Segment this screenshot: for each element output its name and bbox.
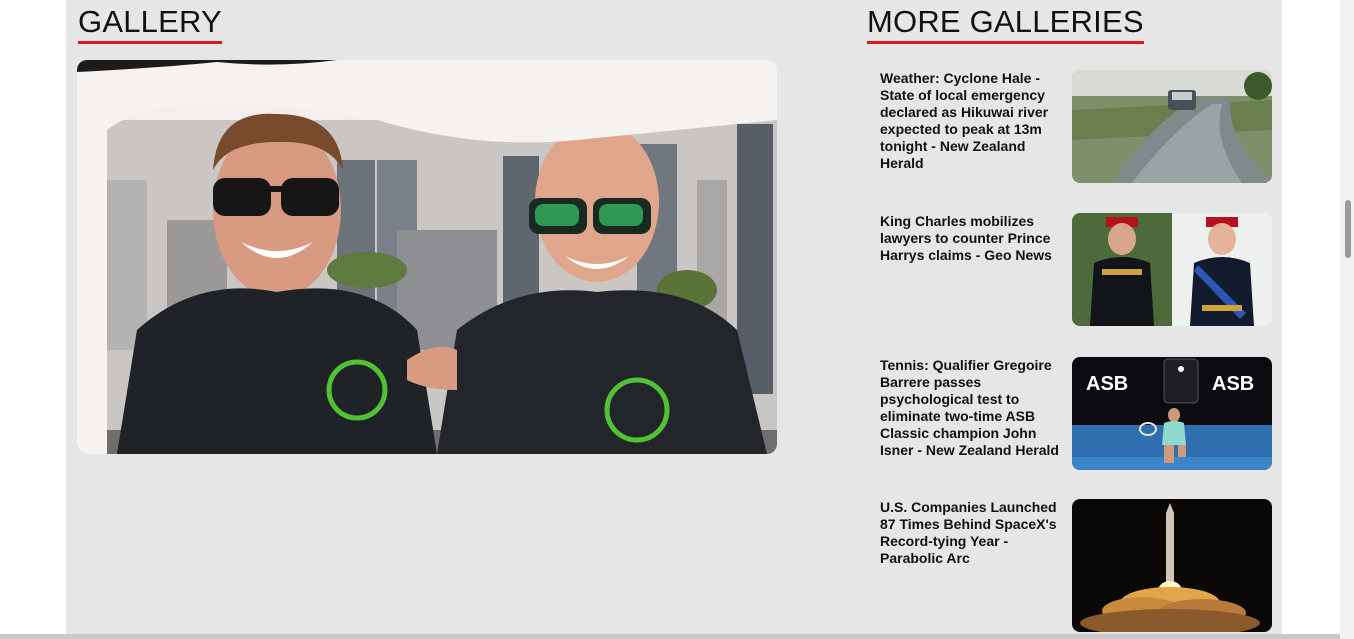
asb-right-text: ASB [1212,373,1254,395]
rocket-launch-thumbnail[interactable] [1072,499,1272,632]
list-item[interactable]: Weather: Cyclone Hale - State of local e… [880,70,1272,184]
rocket-launch-photo-icon [1072,499,1272,632]
horizontal-scrollbar[interactable] [0,634,1340,639]
royal-uniform-thumbnail[interactable] [1072,213,1272,326]
list-item[interactable]: Tennis: Qualifier Gregoire Barrere passe… [880,357,1272,471]
gallery-link-title[interactable]: King Charles mobilizes lawyers to counte… [880,213,1072,264]
flood-road-thumbnail[interactable] [1072,70,1272,183]
gallery-link-title[interactable]: Tennis: Qualifier Gregoire Barrere passe… [880,357,1072,459]
gallery-link-title[interactable]: Weather: Cyclone Hale - State of local e… [880,70,1072,172]
gallery-photo [77,60,777,454]
tennis-player-photo-icon: ASB ASB [1072,357,1272,470]
royal-uniform-photo-icon [1072,213,1272,326]
asb-left-text: ASB [1086,373,1128,395]
tennis-player-thumbnail[interactable]: ASB ASB [1072,357,1272,470]
page-content: GALLERY MORE GALLERIES Weather: Cyclone … [66,0,1282,639]
flood-road-photo-icon [1072,70,1272,183]
vertical-scrollbar[interactable] [1340,0,1354,639]
more-galleries-heading: MORE GALLERIES [867,4,1144,44]
gallery-link-title[interactable]: U.S. Companies Launched 87 Times Behind … [880,499,1072,567]
gallery-heading: GALLERY [78,4,222,44]
list-item[interactable]: King Charles mobilizes lawyers to counte… [880,213,1272,327]
gallery-main-image[interactable] [77,60,777,454]
list-item[interactable]: U.S. Companies Launched 87 Times Behind … [880,499,1272,632]
scrollbar-thumb[interactable] [1345,200,1351,258]
